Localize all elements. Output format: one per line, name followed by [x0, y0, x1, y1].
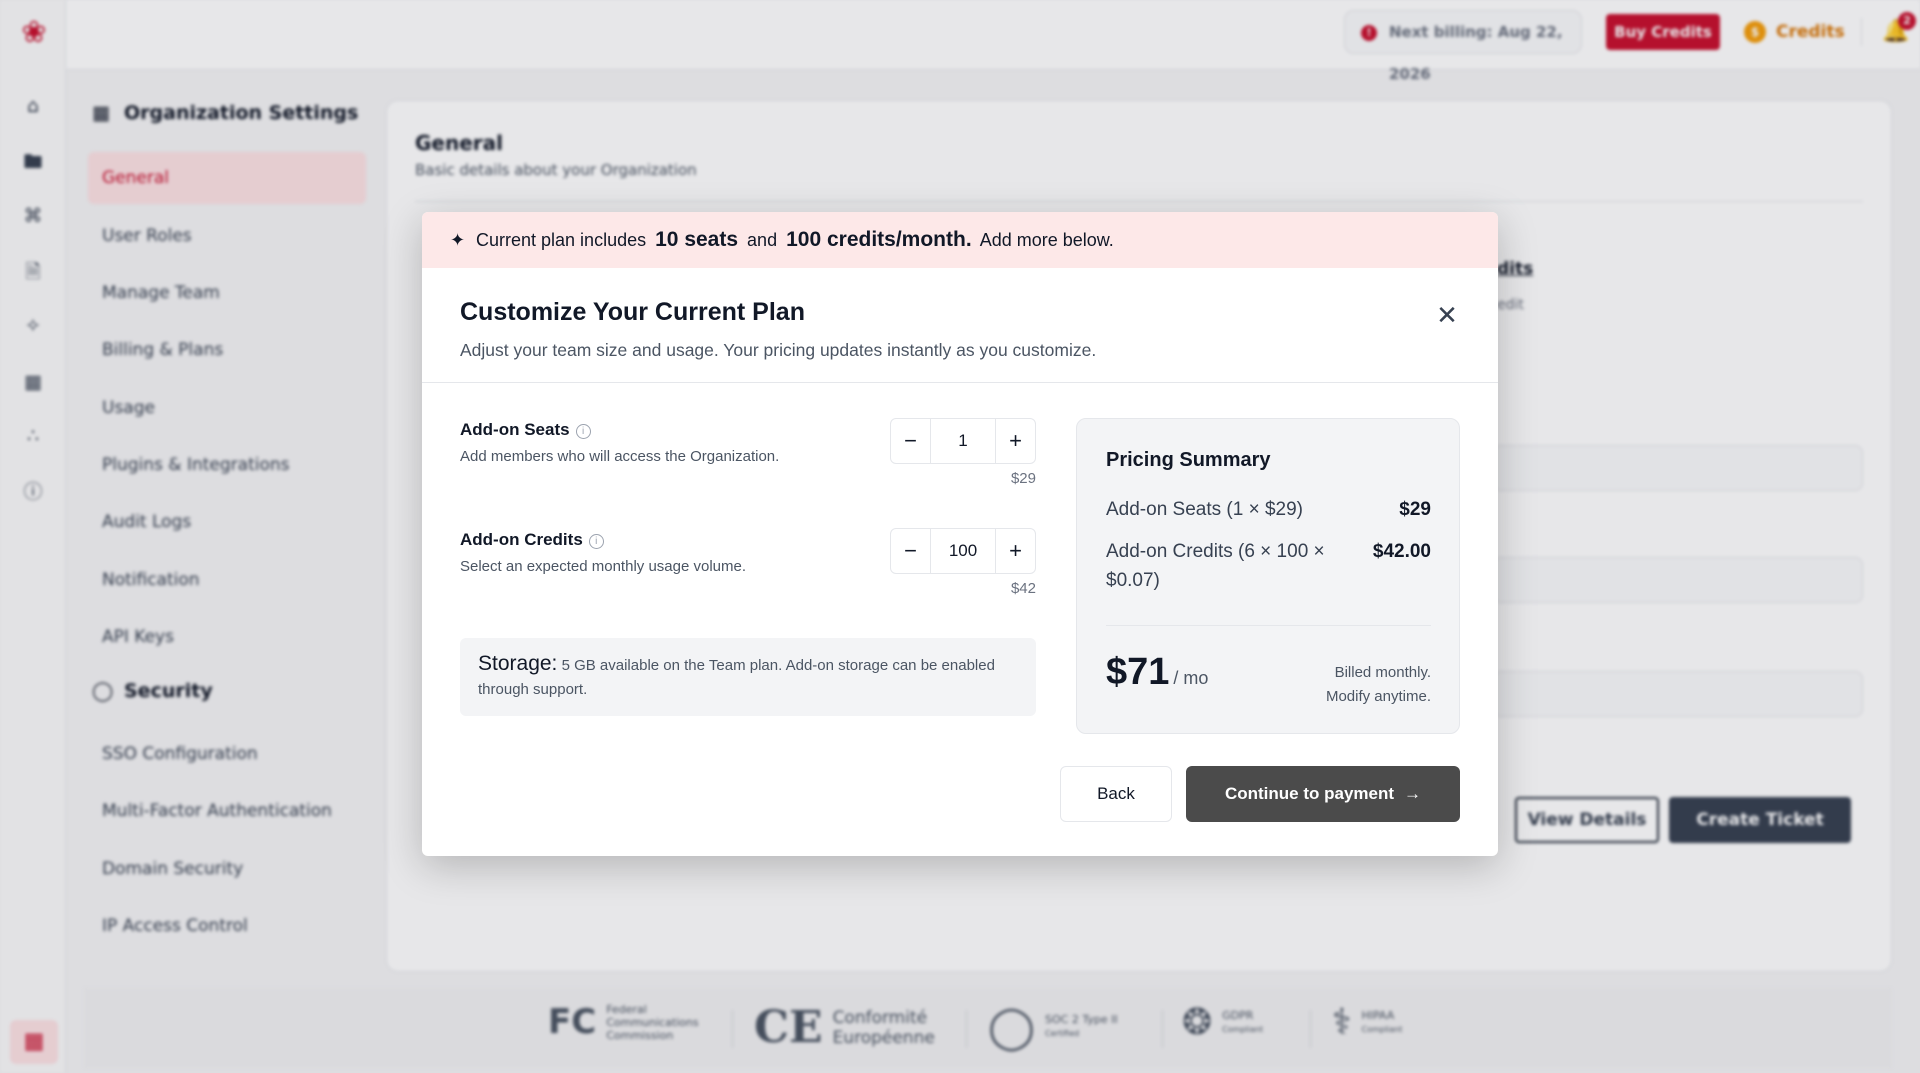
credits-decrement-button[interactable]: − [891, 529, 931, 573]
seats-price: $29 [1010, 470, 1036, 487]
banner-seats: 10 seats [655, 228, 739, 251]
credits-price: $42 [1010, 580, 1036, 597]
current-plan-banner: ✦ Current plan includes 10 seats and 100 … [422, 212, 1498, 268]
seats-stepper: − 1 + [890, 418, 1036, 464]
addon-seats-description: Add members who will access the Organiza… [460, 448, 780, 465]
storage-info-box: Storage: 5 GB available on the Team plan… [460, 638, 1036, 716]
modal-title: Customize Your Current Plan [460, 298, 805, 326]
customize-plan-modal: ✦ Current plan includes 10 seats and 100 … [422, 212, 1498, 856]
sparkle-icon: ✦ [450, 230, 466, 250]
addon-seats-label: Add-on Seats i [460, 420, 591, 440]
info-icon[interactable]: i [588, 534, 604, 549]
summary-seats-line: Add-on Seats (1 × $29) [1106, 499, 1303, 520]
credits-stepper: − 100 + [890, 528, 1036, 574]
summary-credits-value: $42.00 [1372, 541, 1431, 562]
billing-note: Billed monthly. Modify anytime. [1325, 664, 1431, 705]
addon-credits-label: Add-on Credits i [460, 530, 604, 550]
summary-total: $71/ mo [1106, 651, 1209, 693]
storage-heading: Storage: [478, 652, 558, 675]
seats-increment-button[interactable]: + [995, 419, 1035, 463]
arrow-right-icon: → [1404, 784, 1422, 803]
info-icon[interactable]: i [575, 424, 591, 439]
close-icon[interactable]: ✕ [1432, 300, 1462, 330]
summary-seats-value: $29 [1399, 499, 1431, 520]
banner-credits: 100 credits/month. [786, 228, 972, 251]
modal-subtitle: Adjust your team size and usage. Your pr… [460, 340, 1097, 360]
pricing-summary-card: Pricing Summary Add-on Seats (1 × $29) $… [1076, 418, 1460, 734]
credits-increment-button[interactable]: + [995, 529, 1035, 573]
credits-value[interactable]: 100 [931, 529, 995, 573]
per-month-label: / mo [1173, 668, 1209, 688]
modal-divider [422, 382, 1498, 383]
seats-decrement-button[interactable]: − [891, 419, 931, 463]
addon-credits-description: Select an expected monthly usage volume. [460, 558, 747, 575]
continue-to-payment-button[interactable]: Continue to payment → [1186, 766, 1460, 822]
summary-divider [1106, 625, 1431, 626]
summary-credits-line: Add-on Credits (6 × 100 × $0.07) [1106, 541, 1325, 591]
back-button[interactable]: Back [1060, 766, 1172, 822]
pricing-summary-title: Pricing Summary [1106, 449, 1271, 471]
seats-value[interactable]: 1 [931, 419, 995, 463]
